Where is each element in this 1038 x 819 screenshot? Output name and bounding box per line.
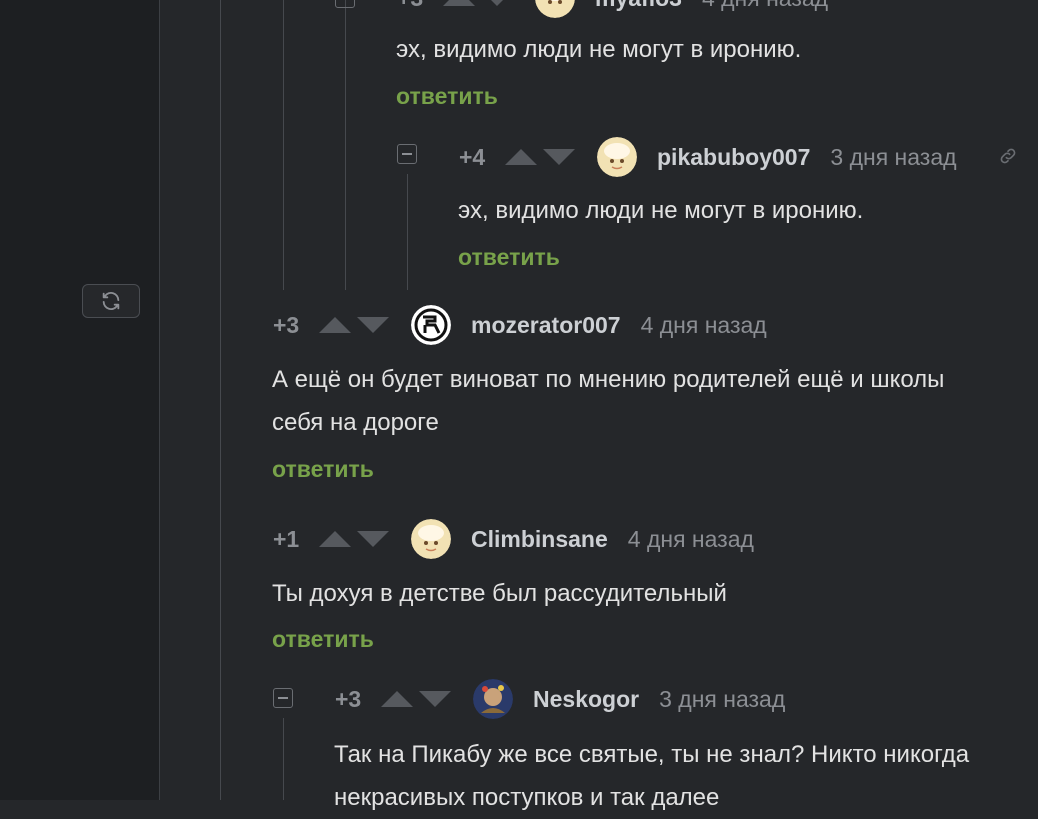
left-sidebar — [0, 0, 160, 800]
comment-username[interactable]: pikabuboy007 — [657, 144, 810, 171]
reply-button[interactable]: ответить — [458, 244, 560, 271]
avatar[interactable] — [597, 137, 637, 177]
comment-rating: +3 — [397, 0, 443, 12]
downvote-arrow-icon[interactable] — [419, 691, 451, 707]
avatar[interactable] — [411, 305, 451, 345]
refresh-icon — [102, 292, 120, 310]
upvote-arrow-icon[interactable] — [505, 149, 537, 165]
comment-username[interactable]: myafio3 — [595, 0, 682, 12]
comment-time[interactable]: 4 дня назад — [628, 526, 754, 553]
thread-line[interactable] — [407, 174, 408, 290]
comment-header: +4 pikabuboy007 3 дня назад — [459, 137, 957, 177]
comment-text: эх, видимо люди не могут в иронию. — [396, 36, 802, 63]
comment-text: Ты дохуя в детстве был рассудительный — [272, 580, 727, 607]
avatar[interactable] — [473, 679, 513, 719]
comment-time[interactable]: 4 дня назад — [702, 0, 828, 12]
comment-time[interactable]: 3 дня назад — [830, 144, 956, 171]
comment-rating: +4 — [459, 143, 486, 170]
vote-controls — [381, 691, 451, 707]
thread-line[interactable] — [345, 0, 346, 290]
comment-header: +3 Neskogor 3 дня назад — [335, 679, 785, 719]
comment-username[interactable]: mozerator007 — [471, 312, 621, 339]
thread-line[interactable] — [283, 0, 284, 290]
comment-username[interactable]: Climbinsane — [471, 526, 608, 553]
downvote-arrow-icon[interactable] — [357, 317, 389, 333]
vote-controls — [443, 0, 513, 6]
upvote-arrow-icon[interactable] — [319, 317, 351, 333]
comment-text: эх, видимо люди не могут в иронию. — [458, 197, 864, 224]
comment-header: +3 mozerator007 4 дня назад — [273, 305, 767, 345]
collapse-button[interactable] — [273, 688, 293, 708]
vote-controls — [319, 531, 389, 547]
downvote-arrow-icon[interactable] — [481, 0, 513, 6]
downvote-arrow-icon[interactable] — [357, 531, 389, 547]
upvote-arrow-icon[interactable] — [443, 0, 475, 6]
vote-controls — [505, 149, 575, 165]
comment-rating: +3 — [335, 685, 362, 712]
vote-controls — [319, 317, 389, 333]
comment-text-line: А ещё он будет виноват по мнению родител… — [272, 366, 945, 393]
comment-text-line: Так на Пикабу же все святые, ты не знал?… — [334, 741, 970, 768]
upvote-arrow-icon[interactable] — [381, 691, 413, 707]
avatar[interactable] — [411, 519, 451, 559]
comment-rating: +1 — [273, 525, 300, 552]
comment-time[interactable]: 4 дня назад — [641, 312, 767, 339]
comment-time[interactable]: 3 дня назад — [659, 686, 785, 713]
comment-text-line: себя на дороге — [272, 409, 439, 436]
downvote-arrow-icon[interactable] — [543, 149, 575, 165]
comment-text-line: некрасивых поступков и так далее — [334, 784, 720, 811]
comment-username[interactable]: Neskogor — [533, 686, 639, 713]
thread-line[interactable] — [220, 0, 221, 800]
comment-header: +1 Climbinsane 4 дня назад — [273, 519, 754, 559]
reply-button[interactable]: ответить — [272, 456, 374, 483]
collapse-button[interactable] — [335, 0, 355, 8]
comment-rating: +3 — [273, 311, 300, 338]
refresh-button[interactable] — [82, 284, 140, 318]
avatar[interactable] — [535, 0, 575, 18]
reply-button[interactable]: ответить — [272, 626, 374, 653]
comment-header: +3 myafio3 4 дня назад — [397, 0, 828, 18]
reply-button[interactable]: ответить — [396, 83, 498, 110]
link-icon[interactable] — [998, 146, 1018, 166]
upvote-arrow-icon[interactable] — [319, 531, 351, 547]
collapse-button[interactable] — [397, 144, 417, 164]
thread-line[interactable] — [283, 718, 284, 800]
